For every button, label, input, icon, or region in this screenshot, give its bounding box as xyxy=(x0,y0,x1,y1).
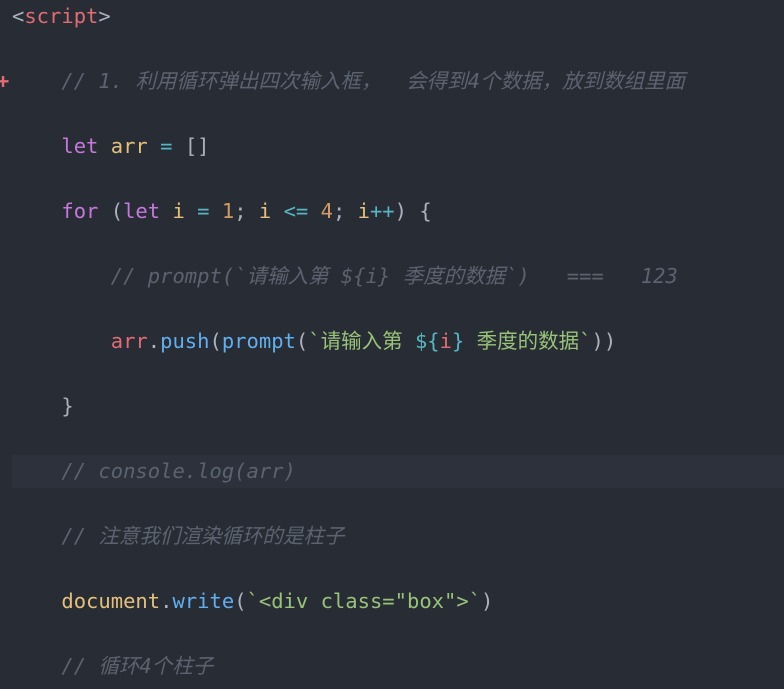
token-punc: ; xyxy=(333,199,358,223)
code-line[interactable]: for (let i = 1; i <= 4; i++) { xyxy=(12,195,784,228)
token-num: 4 xyxy=(321,199,333,223)
token-func: push xyxy=(160,329,209,353)
token-plain xyxy=(210,199,222,223)
token-kw: for xyxy=(61,199,110,223)
token-plain xyxy=(271,199,283,223)
token-cmt: // 1. 利用循环弹出四次输入框， 会得到4个数据，放到数组里面 xyxy=(61,69,685,93)
token-str: 季度的数据` xyxy=(464,329,591,353)
token-tmpl: } xyxy=(452,329,464,353)
token-tag: script xyxy=(24,4,98,28)
token-str: `<div class="box">` xyxy=(247,589,482,613)
token-plain xyxy=(148,134,160,158)
code-line[interactable]: // 注意我们渲染循环的是柱子 xyxy=(12,520,784,553)
token-varname: arr xyxy=(111,134,148,158)
token-op: <= xyxy=(284,199,309,223)
token-punc: . xyxy=(160,589,172,613)
token-op: = xyxy=(197,199,209,223)
token-prop: arr xyxy=(111,329,148,353)
token-func: prompt xyxy=(222,329,296,353)
code-block[interactable]: <script> + // 1. 利用循环弹出四次输入框， 会得到4个数据，放到… xyxy=(0,0,784,689)
token-plain xyxy=(172,134,184,158)
token-op: ++ xyxy=(370,199,395,223)
token-plain xyxy=(308,199,320,223)
token-obj: document xyxy=(61,589,160,613)
code-line[interactable]: let arr = [] xyxy=(12,130,784,163)
token-cmt: // 循环4个柱子 xyxy=(61,654,213,678)
code-line[interactable]: + // 1. 利用循环弹出四次输入框， 会得到4个数据，放到数组里面 xyxy=(12,65,784,98)
token-func: write xyxy=(172,589,234,613)
token-cmt: // 注意我们渲染循环的是柱子 xyxy=(61,524,344,548)
token-punc: ( xyxy=(234,589,246,613)
token-plain xyxy=(185,199,197,223)
code-line[interactable]: } xyxy=(12,390,784,423)
token-varname: i xyxy=(172,199,184,223)
token-punc: ; xyxy=(234,199,259,223)
token-num: 1 xyxy=(222,199,234,223)
token-punc: ( xyxy=(210,329,222,353)
token-punc: ) { xyxy=(395,199,432,223)
code-line[interactable]: // console.log(arr) xyxy=(12,455,784,488)
token-punc: ( xyxy=(296,329,308,353)
diff-add-icon: + xyxy=(0,65,10,98)
code-line[interactable]: arr.push(prompt(`请输入第 ${i} 季度的数据`)) xyxy=(12,325,784,358)
token-str: `请输入第 xyxy=(308,329,415,353)
token-op: = xyxy=(160,134,172,158)
token-punc: } xyxy=(61,394,73,418)
token-brkt: < xyxy=(12,4,24,28)
code-editor[interactable]: <script> + // 1. 利用循环弹出四次输入框， 会得到4个数据，放到… xyxy=(0,0,784,689)
token-punc: ) xyxy=(481,589,493,613)
token-kw: let xyxy=(123,199,172,223)
code-line[interactable]: <script> xyxy=(12,0,784,33)
token-brkt: > xyxy=(98,4,110,28)
code-line[interactable]: // 循环4个柱子 xyxy=(12,650,784,683)
code-line[interactable]: // prompt(`请输入第 ${i} 季度的数据`) === 123 xyxy=(12,260,784,293)
token-tmplvar: i xyxy=(440,329,452,353)
token-tmpl: ${ xyxy=(415,329,440,353)
token-punc: [] xyxy=(185,134,210,158)
token-punc: . xyxy=(148,329,160,353)
code-line[interactable]: document.write(`<div class="box">`) xyxy=(12,585,784,618)
token-cmt: // console.log(arr) xyxy=(61,459,296,483)
token-punc: ( xyxy=(111,199,123,223)
token-varname: i xyxy=(358,199,370,223)
token-punc: )) xyxy=(592,329,617,353)
token-varname: i xyxy=(259,199,271,223)
token-cmt: // prompt(`请输入第 ${i} 季度的数据`) === 123 xyxy=(111,264,678,288)
token-kw: let xyxy=(61,134,110,158)
